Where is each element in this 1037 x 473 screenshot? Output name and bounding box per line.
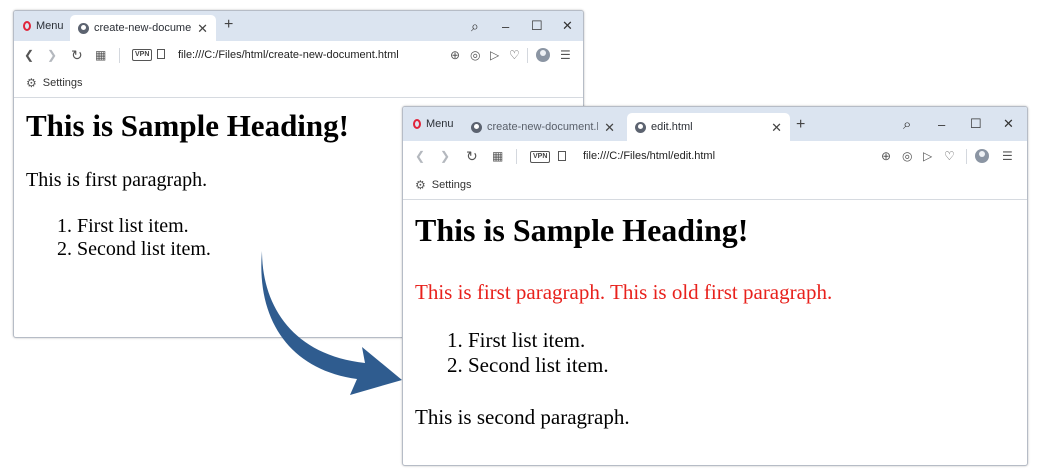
list-item: 1. First list item. <box>447 328 586 352</box>
reload-button[interactable]: ↻ <box>71 41 83 69</box>
opera-logo-icon <box>413 119 421 129</box>
bookmark-heart-icon[interactable]: ♡ <box>944 141 955 171</box>
close-tab-icon[interactable]: ✕ <box>771 121 782 134</box>
close-window-button[interactable]: ✕ <box>562 11 573 41</box>
maximize-button[interactable]: ☐ <box>970 107 982 141</box>
toolbar-separator <box>516 149 517 164</box>
easy-setup-icon[interactable]: ☰ <box>1002 141 1013 171</box>
toolbar-separator <box>119 48 120 63</box>
globe-icon <box>471 121 482 133</box>
vpn-badge[interactable]: VPN <box>132 49 153 61</box>
forward-button[interactable]: ❯ <box>440 141 450 171</box>
opera-menu-button[interactable]: Menu <box>23 11 64 41</box>
send-icon[interactable]: ▷ <box>490 41 499 69</box>
reload-button[interactable]: ↻ <box>466 141 478 171</box>
second-paragraph: This is second paragraph. <box>415 405 630 429</box>
address-bar[interactable]: file:///C:/Files/html/edit.html <box>583 141 715 171</box>
profile-avatar-icon[interactable] <box>536 48 550 62</box>
menu-label: Menu <box>36 20 64 32</box>
minimize-button[interactable]: – <box>502 11 509 41</box>
opera-logo-icon <box>23 21 31 31</box>
close-tab-icon[interactable]: ✕ <box>604 121 615 134</box>
tab-create-new-document[interactable]: create-new-document.html ✕ <box>463 113 623 141</box>
bookmarks-bar: ⚙ Settings <box>14 69 583 98</box>
opera-menu-button[interactable]: Menu <box>413 107 454 141</box>
list-item: 1. First list item. <box>57 215 189 237</box>
maximize-button[interactable]: ☐ <box>531 11 543 41</box>
address-toolbar: ❮ ❯ ↻ ▦ VPN file:///C:/Files/html/create… <box>14 41 583 69</box>
send-icon[interactable]: ▷ <box>923 141 932 171</box>
address-bar[interactable]: file:///C:/Files/html/create-new-documen… <box>178 41 399 69</box>
tab-bar: Menu create-new-document.html ✕ + ⌕ – ☐ … <box>14 11 583 41</box>
page-heading: This is Sample Heading! <box>415 212 749 248</box>
speed-dial-icon[interactable]: ▦ <box>95 41 106 69</box>
settings-label: Settings <box>431 179 472 191</box>
tab-label: create-new-document.html <box>487 121 598 133</box>
browser-window-edited: Menu create-new-document.html ✕ edit.htm… <box>402 106 1028 466</box>
search-tabs-icon[interactable]: ⌕ <box>903 107 911 141</box>
bookmarks-bar: ⚙ Settings <box>403 171 1027 200</box>
back-button[interactable]: ❮ <box>415 141 425 171</box>
close-window-button[interactable]: ✕ <box>1003 107 1014 141</box>
toolbar-separator <box>966 149 967 164</box>
list-item: 2. Second list item. <box>57 238 211 260</box>
page-content: This is Sample Heading! This is first pa… <box>403 200 1027 465</box>
easy-setup-icon[interactable]: ☰ <box>560 41 571 69</box>
tab-edit[interactable]: edit.html ✕ <box>627 113 790 141</box>
first-paragraph: This is first paragraph. This is old fir… <box>415 280 833 304</box>
forward-button[interactable]: ❯ <box>47 41 57 69</box>
speed-dial-icon[interactable]: ▦ <box>492 141 503 171</box>
search-tabs-icon[interactable]: ⌕ <box>471 11 479 41</box>
gear-icon: ⚙ <box>26 76 37 90</box>
address-toolbar: ❮ ❯ ↻ ▦ VPN file:///C:/Files/html/edit.h… <box>403 141 1027 171</box>
tab-bar: Menu create-new-document.html ✕ edit.htm… <box>403 107 1027 141</box>
globe-icon <box>635 121 646 133</box>
settings-bookmark[interactable]: ⚙ Settings <box>26 69 83 97</box>
profile-avatar-icon[interactable] <box>975 149 989 163</box>
gear-icon: ⚙ <box>415 178 426 192</box>
zoom-icon[interactable]: ⊕ <box>450 41 460 69</box>
snapshot-icon[interactable]: ◎ <box>902 141 912 171</box>
page-info-icon[interactable] <box>558 151 566 161</box>
first-paragraph: This is first paragraph. <box>26 169 208 191</box>
tab-label: edit.html <box>651 121 693 133</box>
list-item: 2. Second list item. <box>447 353 609 377</box>
settings-bookmark[interactable]: ⚙ Settings <box>415 171 472 199</box>
tab-create-new-document[interactable]: create-new-document.html ✕ <box>70 15 216 41</box>
snapshot-icon[interactable]: ◎ <box>470 41 480 69</box>
new-tab-button[interactable]: + <box>796 116 805 134</box>
menu-label: Menu <box>426 118 454 130</box>
bookmark-heart-icon[interactable]: ♡ <box>509 41 520 69</box>
toolbar-separator <box>527 48 528 63</box>
close-tab-icon[interactable]: ✕ <box>197 22 208 35</box>
vpn-badge[interactable]: VPN <box>530 151 551 163</box>
tab-label: create-new-document.html <box>94 22 192 34</box>
minimize-button[interactable]: – <box>938 107 945 141</box>
ordered-list: 1. First list item. 2. Second list item. <box>57 215 211 261</box>
back-button[interactable]: ❮ <box>24 41 34 69</box>
new-tab-button[interactable]: + <box>224 16 233 34</box>
page-heading: This is Sample Heading! <box>26 108 349 143</box>
settings-label: Settings <box>42 77 83 89</box>
zoom-icon[interactable]: ⊕ <box>881 141 891 171</box>
ordered-list: 1. First list item. 2. Second list item. <box>447 328 609 378</box>
page-info-icon[interactable] <box>157 49 165 59</box>
globe-icon <box>78 22 89 34</box>
